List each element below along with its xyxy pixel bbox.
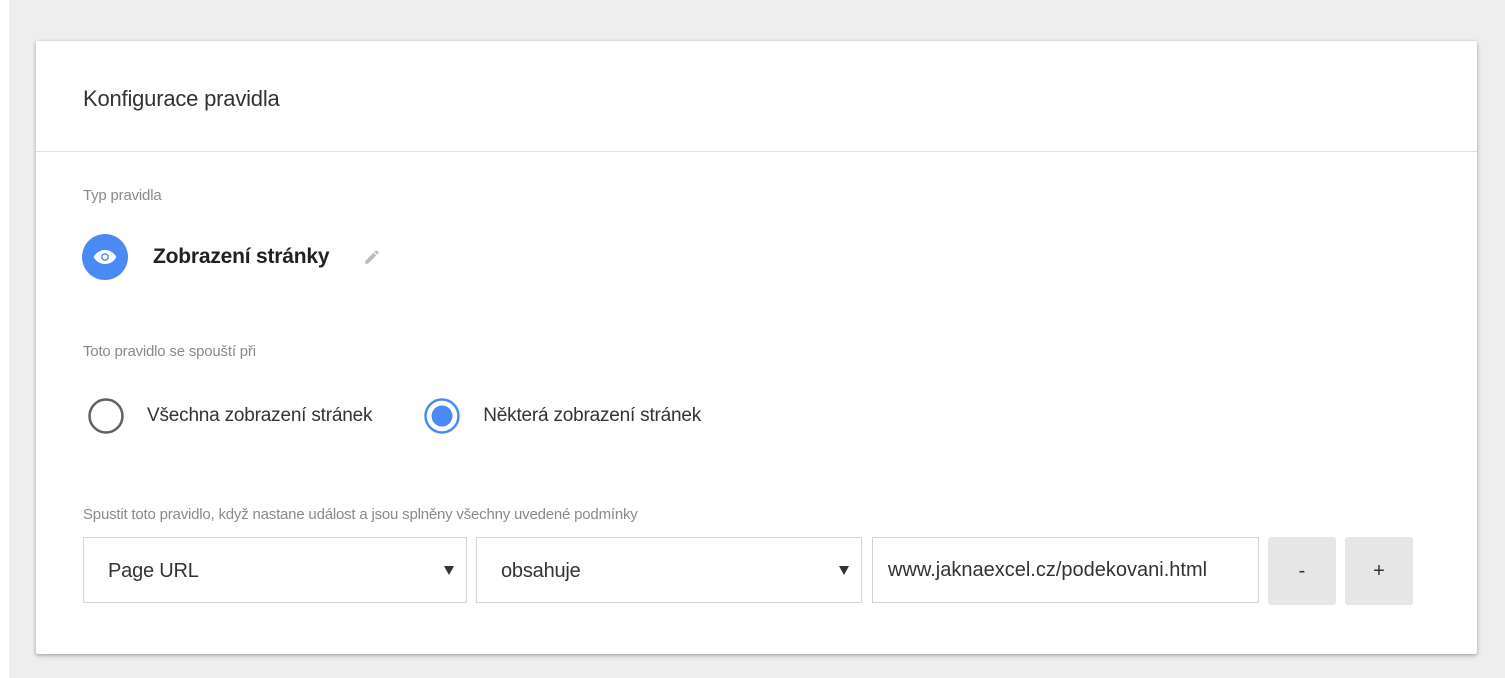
radio-all-label: Všechna zobrazení stránek xyxy=(147,405,373,426)
dropdown-arrow-icon xyxy=(839,566,849,575)
conditions-label: Spustit toto pravidlo, když nastane udál… xyxy=(83,506,638,523)
radio-some-label: Některá zobrazení stránek xyxy=(483,405,702,426)
rule-type-label: Typ pravidla xyxy=(83,187,162,204)
page-edge xyxy=(0,0,9,678)
trigger-label: Toto pravidlo se spouští při xyxy=(83,343,256,360)
operator-select[interactable]: obsahuje xyxy=(476,537,862,603)
remove-condition-button[interactable]: - xyxy=(1268,537,1336,605)
dropdown-arrow-icon xyxy=(444,566,454,575)
radio-some-page-views[interactable]: Některá zobrazení stránek xyxy=(424,398,701,434)
eye-icon xyxy=(82,234,128,280)
trigger-radio-group: Všechna zobrazení stránek Některá zobraz… xyxy=(88,396,701,436)
card-header: Konfigurace pravidla xyxy=(36,41,1477,152)
radio-unchecked-icon[interactable] xyxy=(88,398,124,434)
rule-type-row: Zobrazení stránky xyxy=(82,234,382,280)
radio-checked-icon[interactable] xyxy=(424,398,460,434)
operator-select-value: obsahuje xyxy=(501,560,581,582)
radio-all-page-views[interactable]: Všechna zobrazení stránek xyxy=(88,398,372,434)
variable-select[interactable]: Page URL xyxy=(83,537,467,603)
variable-select-value: Page URL xyxy=(108,560,199,582)
rule-type-name: Zobrazení stránky xyxy=(153,245,330,268)
rule-configuration-card: Konfigurace pravidla Typ pravidla Zobraz… xyxy=(36,41,1477,654)
add-condition-button[interactable]: + xyxy=(1345,537,1413,605)
condition-value-input[interactable] xyxy=(872,537,1259,603)
pencil-icon[interactable] xyxy=(362,247,382,267)
card-title: Konfigurace pravidla xyxy=(83,86,280,111)
